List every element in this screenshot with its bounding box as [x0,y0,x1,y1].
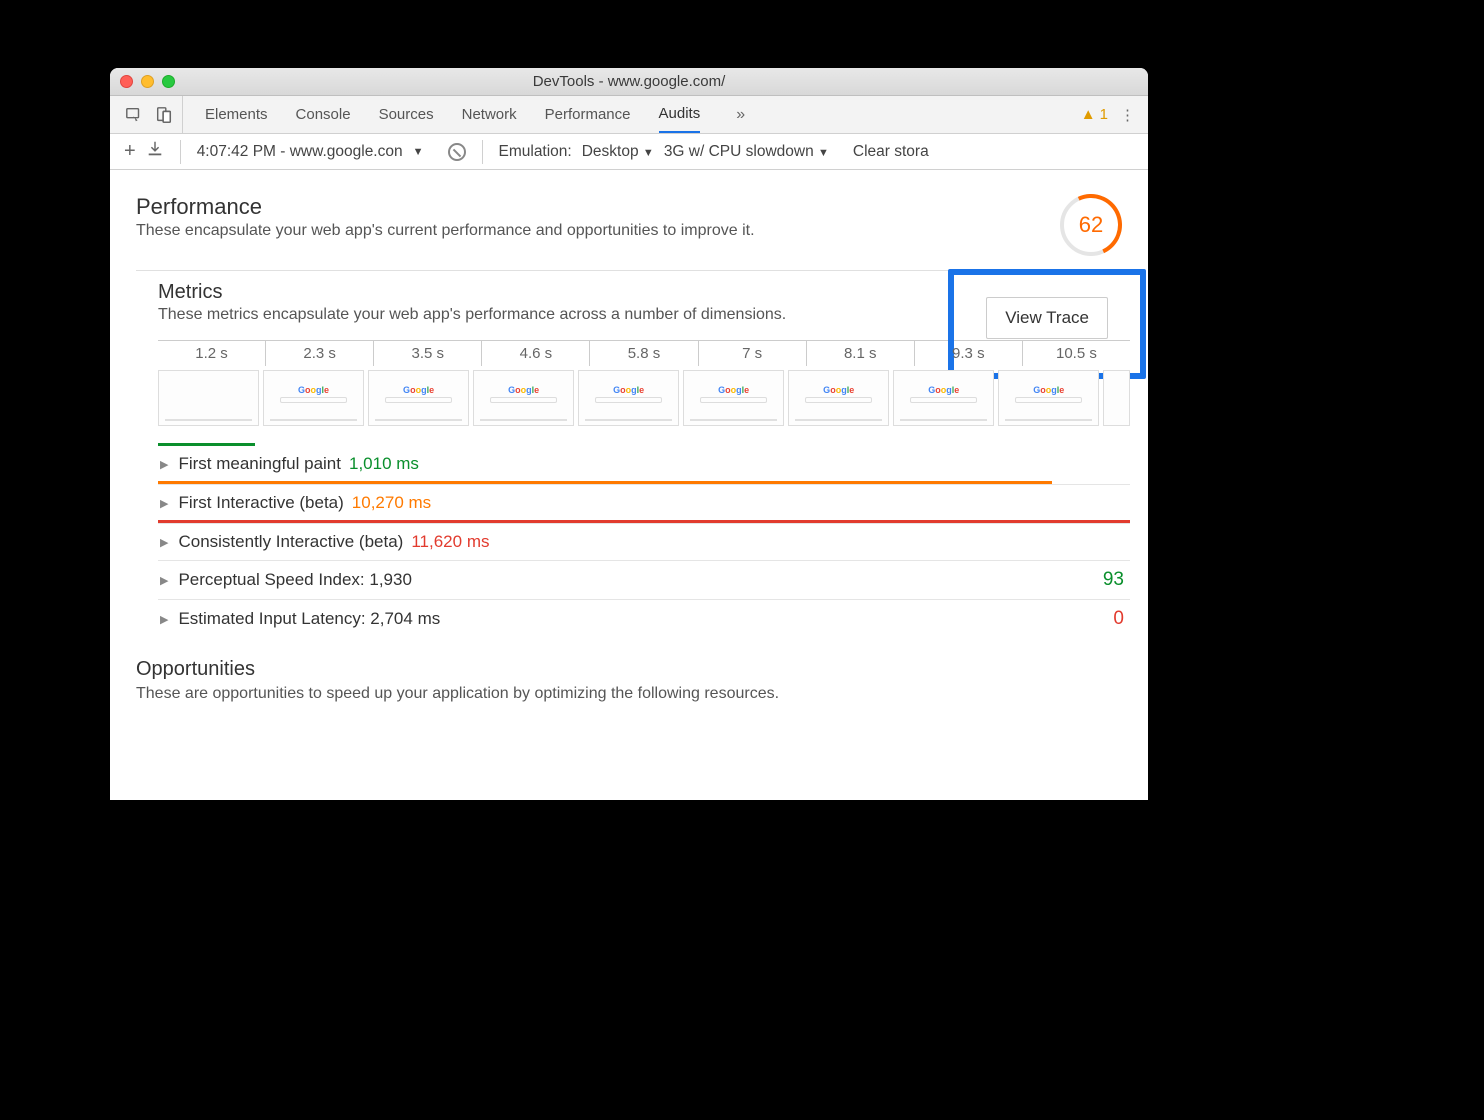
opportunities-subtitle: These are opportunities to speed up your… [136,685,1130,703]
tick: 9.3 s [914,341,1022,366]
metric-value: 1,010 ms [349,454,419,474]
devtools-tabbar: Elements Console Sources Network Perform… [110,96,1148,134]
inspect-element-icon[interactable] [122,103,146,127]
device-selector[interactable]: Desktop ▼ [582,143,654,161]
download-report-button[interactable] [146,140,164,163]
devtools-window: DevTools - www.google.com/ Elements Cons… [110,68,1148,800]
tab-performance[interactable]: Performance [545,97,631,132]
emulation-label: Emulation: [499,143,572,161]
tick: 1.2 s [158,341,265,366]
view-trace-button[interactable]: View Trace [986,297,1108,339]
expand-icon: ▶ [160,458,168,471]
warnings-indicator[interactable]: ▲ 1 [1081,106,1108,123]
filmstrip-frame: Google [368,370,469,426]
audit-report: Performance These encapsulate your web a… [110,170,1148,800]
tab-elements[interactable]: Elements [205,97,268,132]
tick: 10.5 s [1022,341,1130,366]
performance-score-value: 62 [1079,212,1103,238]
clear-icon[interactable] [448,143,466,161]
tick: 3.5 s [373,341,481,366]
filmstrip-frame: Google [998,370,1099,426]
metrics-subtitle: These metrics encapsulate your web app's… [158,306,950,324]
metric-row-first-interactive[interactable]: ▶ First Interactive (beta) 10,270 ms [158,484,1130,521]
tab-network[interactable]: Network [462,97,517,132]
filmstrip-frame: Google [578,370,679,426]
expand-icon: ▶ [160,497,168,510]
metrics-heading: Metrics [158,281,950,304]
session-label: 4:07:42 PM - www.google.con [197,143,403,161]
metric-row-consistently-interactive[interactable]: ▶ Consistently Interactive (beta) 11,620… [158,523,1130,560]
metric-label: Consistently Interactive (beta) [178,532,403,552]
metric-score: 93 [1103,569,1130,591]
metrics-list: ▶ First meaningful paint 1,010 ms ▶ Firs… [158,443,1130,638]
filmstrip-frame [1103,370,1130,426]
tick: 8.1 s [806,341,914,366]
filmstrip-frame: Google [893,370,994,426]
tick: 5.8 s [589,341,697,366]
tick: 2.3 s [265,341,373,366]
performance-subtitle: These encapsulate your web app's current… [136,222,1060,240]
metric-label: First Interactive (beta) [178,493,343,513]
tab-audits[interactable]: Audits [659,96,701,133]
device-toggle-icon[interactable] [152,103,176,127]
metric-label: Perceptual Speed Index: 1,930 [178,570,411,590]
throttle-selector[interactable]: 3G w/ CPU slowdown ▼ [664,143,829,161]
opportunities-heading: Opportunities [136,658,1130,681]
tick: 4.6 s [481,341,589,366]
new-audit-button[interactable]: + [124,140,136,163]
window-title: DevTools - www.google.com/ [110,73,1148,90]
settings-kebab-icon[interactable]: ⋮ [1116,106,1140,124]
filmstrip-timeline: 1.2 s 2.3 s 3.5 s 4.6 s 5.8 s 7 s 8.1 s … [158,340,1130,426]
warnings-count: 1 [1100,106,1108,123]
panel-tabs: Elements Console Sources Network Perform… [183,96,1081,133]
metric-value: 11,620 ms [411,532,489,552]
performance-score-gauge: 62 [1060,194,1122,256]
metric-label: Estimated Input Latency: 2,704 ms [178,609,440,629]
tabs-overflow-button[interactable]: » [728,106,753,124]
metric-row-eil[interactable]: ▶ Estimated Input Latency: 2,704 ms 0 [158,599,1130,638]
metric-value: 10,270 ms [352,493,431,513]
expand-icon: ▶ [160,574,168,587]
metric-score: 0 [1113,608,1130,630]
metric-label: First meaningful paint [178,454,341,474]
tab-console[interactable]: Console [296,97,351,132]
metric-row-fmp[interactable]: ▶ First meaningful paint 1,010 ms [158,446,1130,482]
performance-heading: Performance [136,194,1060,220]
expand-icon: ▶ [160,613,168,626]
session-selector[interactable]: 4:07:42 PM - www.google.con▼ [189,134,432,169]
metric-row-psi[interactable]: ▶ Perceptual Speed Index: 1,930 93 [158,560,1130,599]
timeline-ticks: 1.2 s 2.3 s 3.5 s 4.6 s 5.8 s 7 s 8.1 s … [158,340,1130,366]
filmstrip-frame [158,370,259,426]
audits-toolbar: + 4:07:42 PM - www.google.con▼ Emulation… [110,134,1148,170]
opportunities-section: Opportunities These are opportunities to… [136,658,1130,703]
expand-icon: ▶ [160,536,168,549]
filmstrip-frame: Google [683,370,784,426]
tab-sources[interactable]: Sources [379,97,434,132]
filmstrip-frame: Google [263,370,364,426]
filmstrip-frame: Google [788,370,889,426]
tick: 7 s [698,341,806,366]
clear-storage-toggle[interactable]: Clear stora [853,143,929,161]
titlebar: DevTools - www.google.com/ [110,68,1148,96]
filmstrip-frame: Google [473,370,574,426]
